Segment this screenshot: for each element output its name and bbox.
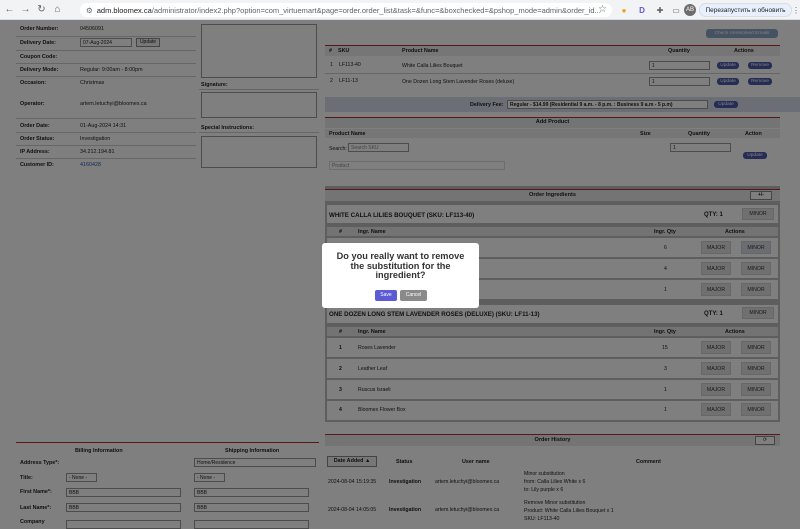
site-info-icon[interactable]: ⚙ [86, 6, 93, 15]
puzzle-icon[interactable]: ✚ [654, 4, 666, 16]
confirm-question: Do you really want to remove the substit… [336, 251, 465, 281]
url-host: adm.bloomex.ca [96, 5, 152, 15]
forward-icon[interactable]: → [19, 3, 32, 16]
bookmark-star-icon[interactable]: ☆ [598, 4, 607, 15]
menu-kebab-icon[interactable]: ⋮ [790, 4, 800, 16]
relaunch-button[interactable]: Перезапустить и обновить [699, 3, 792, 17]
browser-toolbar: ← → ↻ ⌂ ⚙ adm.bloomex.ca/administrator/i… [0, 0, 800, 20]
save-button[interactable]: Save [375, 290, 397, 301]
home-icon[interactable]: ⌂ [51, 3, 64, 16]
confirm-dialog: Do you really want to remove the substit… [322, 243, 479, 308]
panel-icon[interactable]: ▭ [670, 4, 682, 16]
extension-icon[interactable]: ● [618, 4, 630, 16]
extension-d-icon[interactable]: D [636, 4, 648, 16]
reload-icon[interactable]: ↻ [35, 3, 48, 16]
url-path: /administrator/index2.php?option=com_vir… [151, 5, 601, 15]
address-bar[interactable]: ⚙ adm.bloomex.ca/administrator/index2.ph… [80, 3, 612, 17]
back-icon[interactable]: ← [3, 3, 16, 16]
avatar[interactable]: AB [684, 4, 696, 16]
cancel-button[interactable]: Cancel [400, 290, 427, 301]
